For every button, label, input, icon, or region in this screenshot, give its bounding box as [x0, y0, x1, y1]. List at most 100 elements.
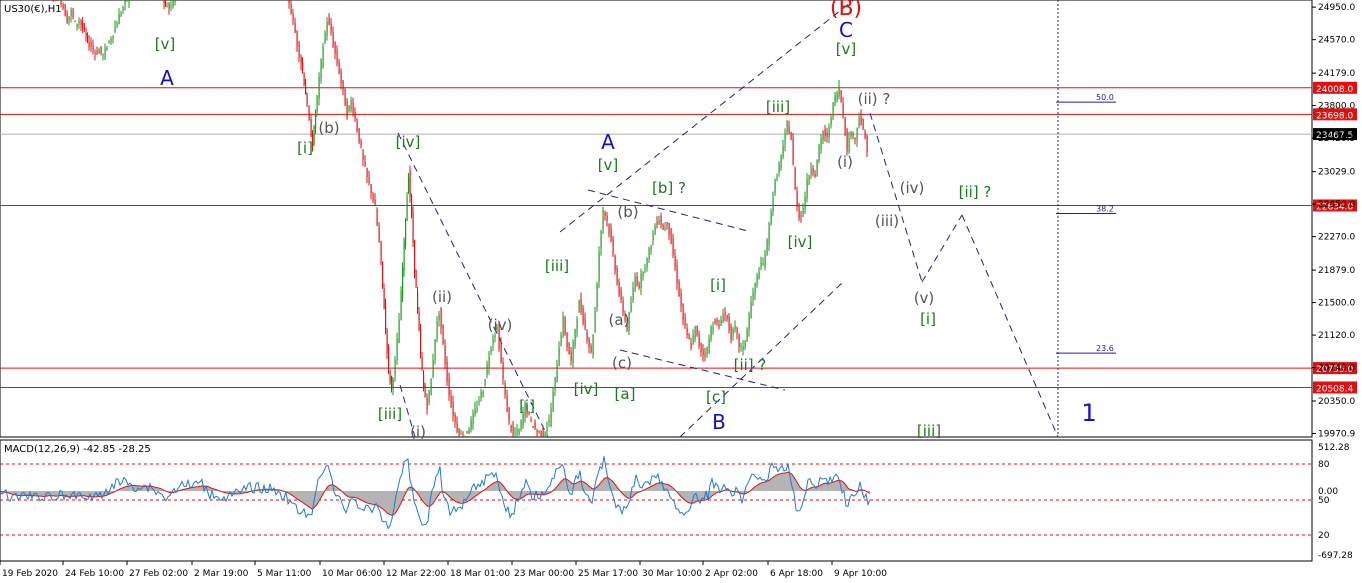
candle-body — [748, 314, 750, 331]
candle-body — [364, 161, 366, 167]
candle-body — [470, 419, 472, 430]
candle-body — [352, 103, 354, 114]
candle-body — [618, 282, 620, 295]
candle-body — [678, 281, 680, 297]
time-tick-label: 23 Mar 00:00 — [514, 569, 574, 579]
candle-body — [294, 22, 296, 33]
candle-body — [438, 314, 440, 321]
candle-body — [784, 132, 786, 145]
candle-body — [562, 316, 564, 335]
candle-body — [405, 219, 407, 246]
candle-body — [310, 119, 312, 137]
candle-body — [852, 135, 854, 137]
candle-body — [56, 0, 58, 2]
candle-body — [538, 431, 540, 433]
wave-label: [i] — [920, 310, 936, 328]
candle-body — [338, 61, 340, 74]
candle-body — [298, 42, 300, 59]
candle-body — [564, 317, 566, 335]
candle-body — [400, 290, 402, 320]
candle-body — [842, 103, 844, 115]
candle-body — [423, 373, 425, 388]
candle-body — [114, 26, 116, 33]
candle-body — [409, 170, 411, 197]
candle-body — [788, 126, 790, 134]
candle-body — [846, 129, 848, 152]
candle-body — [706, 347, 708, 354]
candle-body — [374, 199, 376, 206]
candle-body — [302, 62, 304, 72]
candle-body — [580, 298, 582, 313]
candle-body — [346, 101, 348, 118]
candle-body — [742, 346, 744, 351]
time-tick-label: 25 Mar 17:00 — [578, 569, 638, 579]
candle-body — [848, 138, 850, 152]
candle-body — [106, 48, 108, 50]
candle-body — [464, 436, 466, 437]
macd-panel: MACD(12,26,9) -42.85 -28.25 — [0, 439, 1313, 562]
candle-body — [640, 273, 642, 289]
candle-body — [864, 132, 866, 140]
candle-body — [362, 150, 364, 160]
candle-body — [550, 408, 552, 427]
candle-body — [670, 228, 672, 244]
candle-body — [434, 339, 436, 360]
candle-body — [380, 241, 382, 261]
candle-body — [680, 292, 682, 307]
wave-label: [c] — [706, 388, 726, 406]
candle-body — [764, 254, 766, 268]
candle-body — [814, 173, 816, 177]
candle-body — [754, 283, 756, 294]
wave-label: [b] ? — [652, 179, 686, 197]
candle-body — [450, 395, 452, 407]
time-tick-label: 12 Mar 22:00 — [386, 569, 446, 579]
price-tick-label: 24950.0 — [1318, 3, 1355, 13]
candle-body — [530, 419, 532, 421]
candle-body — [518, 429, 520, 435]
candle-body — [326, 21, 328, 36]
wave-label: [iii] — [545, 257, 569, 275]
candle-body — [536, 430, 538, 433]
candle-body — [740, 345, 742, 347]
candle-body — [592, 334, 594, 356]
candle-body — [600, 230, 602, 249]
candle-body — [696, 325, 698, 335]
candle-body — [604, 211, 606, 216]
candle-body — [386, 328, 388, 353]
wave-label: (ii) — [432, 288, 452, 306]
candle-body — [652, 233, 654, 240]
candle-body — [486, 364, 488, 375]
candle-body — [468, 429, 470, 434]
candle-body — [411, 195, 413, 215]
candle-body — [322, 46, 324, 67]
candle-body — [506, 394, 508, 413]
candle-body — [664, 227, 666, 229]
candle-body — [102, 54, 104, 56]
candle-body — [720, 319, 722, 326]
wave-label: B — [712, 410, 726, 434]
price-tick-label: 23420.5 — [1318, 134, 1355, 144]
wave-label: [iii] — [917, 422, 941, 440]
wave-label: (a) — [609, 311, 630, 329]
candle-body — [466, 431, 468, 433]
candle-body — [366, 168, 368, 178]
wave-label: [i] — [710, 276, 726, 294]
candle-body — [78, 20, 80, 23]
candle-body — [684, 316, 686, 326]
indicator-label: MACD(12,26,9) -42.85 -28.25 — [4, 444, 151, 455]
candle-body — [420, 330, 422, 353]
level-price-label: 24008.0 — [1316, 85, 1353, 95]
candle-body — [288, 0, 290, 3]
candle-body — [750, 302, 752, 319]
candle-body — [448, 377, 450, 396]
price-tick-label: 21879.0 — [1318, 266, 1355, 276]
candle-body — [542, 429, 544, 437]
candle-body — [478, 400, 480, 402]
candle-body — [452, 402, 454, 417]
candle-body — [112, 35, 114, 39]
candle-body — [800, 215, 802, 217]
wave-label: [iv] — [574, 380, 599, 398]
candle-body — [494, 335, 496, 337]
wave-label: (b) — [318, 119, 339, 137]
candle-body — [474, 408, 476, 416]
